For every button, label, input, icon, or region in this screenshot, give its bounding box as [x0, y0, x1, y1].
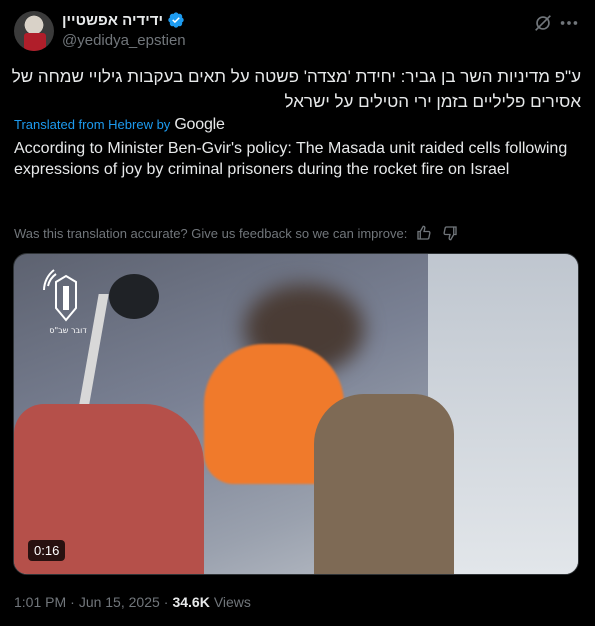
video-scene-hat	[109, 274, 159, 319]
more-icon[interactable]	[558, 12, 580, 34]
views-count[interactable]: 34.6K	[172, 594, 209, 610]
meta-separator: ·	[163, 594, 169, 610]
video-duration: 0:16	[28, 540, 66, 561]
translation-attribution: Translated from Hebrew by Google	[14, 116, 225, 134]
post-translated-text: According to Minister Ben-Gvir's policy:…	[14, 140, 568, 178]
post-meta: 1:01 PM · Jun 15, 2025 · 34.6K Views	[14, 594, 251, 610]
views-label: Views	[213, 594, 251, 610]
avatar[interactable]	[14, 11, 54, 51]
translated-label[interactable]: Translated from Hebrew by	[14, 117, 170, 132]
video-scene-person-brown	[314, 394, 454, 574]
translator-brand: Google	[174, 116, 225, 133]
verified-badge-icon	[168, 12, 184, 28]
post-date[interactable]: Jun 15, 2025	[79, 594, 160, 610]
post-original-text: ע"פ מדיניות השר בן גביר: יחידת 'מצדה' פש…	[11, 67, 581, 111]
author-display-name[interactable]: ידידיה אפשטיין	[62, 12, 163, 29]
video-watermark-text: דובר שב"ס	[49, 326, 87, 335]
author-name-row: ידידיה אפשטיין	[62, 11, 185, 29]
grok-icon[interactable]	[532, 12, 554, 34]
author-handle[interactable]: @yedidya_epstien	[62, 32, 186, 49]
meta-separator: ·	[70, 594, 75, 610]
feedback-prompt: Was this translation accurate? Give us f…	[14, 225, 408, 241]
thumbs-up-icon[interactable]	[415, 224, 433, 242]
translation-feedback: Was this translation accurate? Give us f…	[14, 224, 459, 242]
thumbs-down-icon[interactable]	[441, 224, 459, 242]
post-time[interactable]: 1:01 PM	[14, 594, 66, 610]
post-header: ידידיה אפשטיין @yedidya_epstien	[14, 10, 582, 54]
video-player[interactable]: דובר שב"ס 0:16	[13, 253, 579, 575]
